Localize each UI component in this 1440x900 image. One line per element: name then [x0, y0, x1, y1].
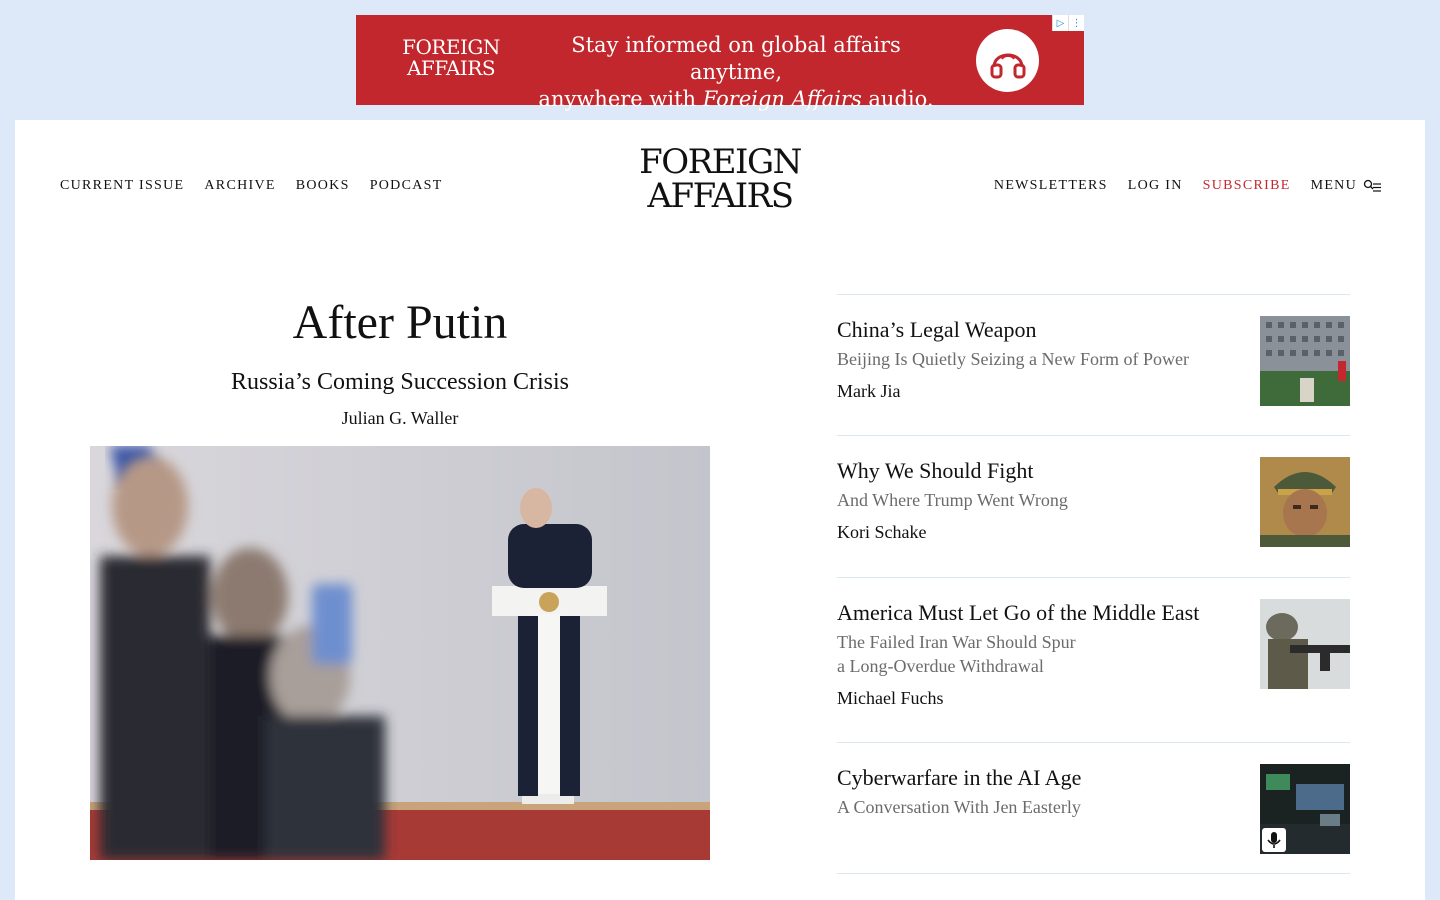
feature-story[interactable]: After Putin Russia’s Coming Succession C…: [90, 295, 710, 429]
adchoices-icon[interactable]: ▷: [1052, 15, 1068, 31]
ad-text-line2: anywhere with Foreign Affairs audio.: [526, 86, 946, 113]
story-subtitle: A Conversation With Jen Easterly: [837, 797, 1081, 817]
story-item[interactable]: China’s Legal Weapon Beijing Is Quietly …: [837, 294, 1350, 435]
logo-line1: FOREIGN: [639, 142, 802, 182]
ad-text-pre: anywhere with: [538, 87, 703, 111]
nav-menu-label[interactable]: MENU: [1311, 178, 1357, 194]
story-thumbnail[interactable]: [1260, 764, 1350, 854]
ad-logo-line1: FOREIGN: [402, 35, 500, 59]
ad-text-line1: Stay informed on global affairs anytime,: [571, 33, 901, 84]
nav-left: CURRENT ISSUE ARCHIVE BOOKS PODCAST: [60, 178, 443, 194]
story-subtitle: The Failed Iran War Should Spur a Long-O…: [837, 630, 1237, 678]
nav-subscribe[interactable]: SUBSCRIBE: [1203, 178, 1291, 194]
story-thumbnail[interactable]: [1260, 457, 1350, 547]
nav-log-in[interactable]: LOG IN: [1128, 178, 1183, 194]
nav-archive[interactable]: ARCHIVE: [204, 178, 275, 194]
hero-image[interactable]: [90, 446, 710, 860]
story-item[interactable]: Cyberwarfare in the AI Age A Conversatio…: [837, 742, 1350, 873]
story-subtitle-line1: The Failed Iran War Should Spur: [837, 632, 1076, 652]
main-page: CURRENT ISSUE ARCHIVE BOOKS PODCAST FORE…: [15, 120, 1425, 900]
ad-logo-line2: AFFAIRS: [406, 56, 496, 80]
ad-menu-icon[interactable]: ⋮: [1068, 15, 1084, 31]
microphone-icon: [1262, 828, 1286, 852]
story-author[interactable]: Michael Fuchs: [837, 687, 1350, 709]
ad-choices[interactable]: ▷ ⋮: [1052, 15, 1084, 31]
menu-button[interactable]: MENU: [1311, 178, 1381, 194]
nav-right: NEWSLETTERS LOG IN SUBSCRIBE MENU: [994, 178, 1381, 194]
story-list-divider: [837, 873, 1350, 874]
ad-banner[interactable]: FOREIGN AFFAIRS Stay informed on global …: [356, 15, 1084, 111]
site-logo[interactable]: FOREIGN AFFAIRS: [635, 145, 805, 213]
nav-books[interactable]: BOOKS: [296, 178, 350, 194]
logo-line2: AFFAIRS: [647, 176, 794, 216]
ad-text-em: Foreign Affairs: [702, 87, 862, 111]
feature-subtitle: Russia’s Coming Succession Crisis: [230, 369, 570, 395]
story-thumbnail[interactable]: [1260, 599, 1350, 689]
nav-current-issue[interactable]: CURRENT ISSUE: [60, 178, 184, 194]
story-list: China’s Legal Weapon Beijing Is Quietly …: [837, 294, 1350, 874]
story-subtitle-line2: a Long-Overdue Withdrawal: [837, 656, 1044, 676]
ad-text-post: audio.: [861, 87, 934, 111]
nav-podcast[interactable]: PODCAST: [370, 178, 443, 194]
story-subtitle: Beijing Is Quietly Seizing a New Form of…: [837, 349, 1189, 369]
feature-title[interactable]: After Putin: [90, 295, 710, 351]
search-menu-icon[interactable]: [1363, 179, 1381, 193]
headphones-icon: [976, 29, 1039, 92]
story-item[interactable]: Why We Should Fight And Where Trump Went…: [837, 435, 1350, 577]
nav-newsletters[interactable]: NEWSLETTERS: [994, 178, 1108, 194]
ad-logo: FOREIGN AFFAIRS: [396, 37, 506, 79]
ad-text: Stay informed on global affairs anytime,…: [526, 32, 946, 113]
feature-author[interactable]: Julian G. Waller: [90, 407, 710, 429]
story-thumbnail[interactable]: [1260, 316, 1350, 406]
story-subtitle: And Where Trump Went Wrong: [837, 490, 1068, 510]
story-item[interactable]: America Must Let Go of the Middle East T…: [837, 577, 1350, 742]
